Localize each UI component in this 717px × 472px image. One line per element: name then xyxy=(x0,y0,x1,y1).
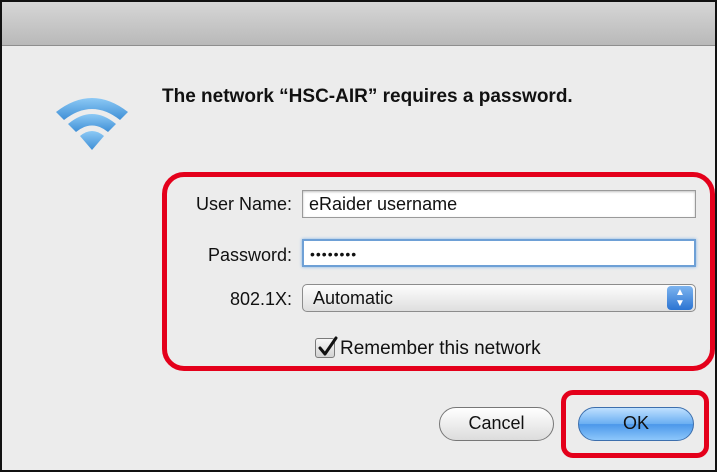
title-bar[interactable] xyxy=(2,2,715,46)
dialog-message: The network “HSC-AIR” requires a passwor… xyxy=(162,86,573,107)
password-field[interactable]: •••••••• xyxy=(302,239,696,267)
eap-select[interactable]: Automatic ▲ ▼ xyxy=(302,284,696,312)
eap-selected-value: Automatic xyxy=(313,288,394,308)
password-label: Password: xyxy=(207,245,292,265)
checkmark-icon xyxy=(318,336,338,356)
remember-checkbox[interactable] xyxy=(315,336,338,358)
password-value: •••••••• xyxy=(310,246,358,262)
ok-button[interactable]: OK xyxy=(578,407,694,441)
dialog-window: The network “HSC-AIR” requires a passwor… xyxy=(0,0,717,472)
updown-arrows-icon: ▲ ▼ xyxy=(667,286,693,310)
username-field[interactable]: eRaider username xyxy=(302,190,696,218)
wifi-icon xyxy=(56,98,128,150)
cancel-button[interactable]: Cancel xyxy=(439,407,554,441)
username-label: User Name: xyxy=(195,194,292,214)
remember-label[interactable]: Remember this network xyxy=(340,338,541,360)
eap-label: 802.1X: xyxy=(229,289,292,309)
